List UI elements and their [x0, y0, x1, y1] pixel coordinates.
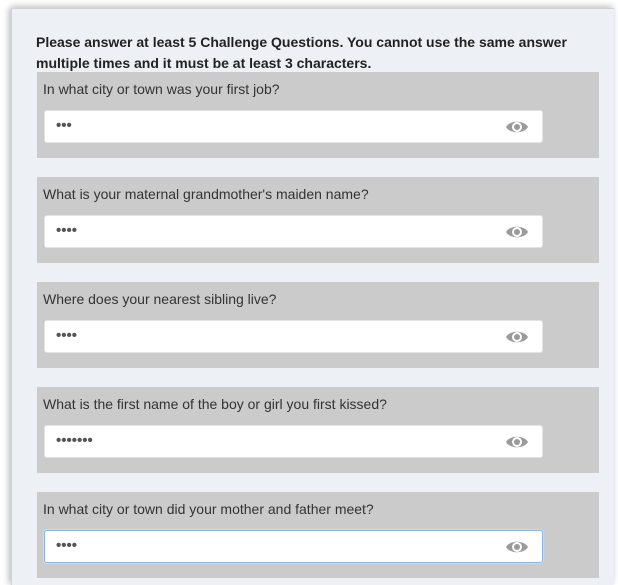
answer-field[interactable]: ••••	[44, 530, 543, 563]
eye-icon[interactable]	[505, 328, 529, 346]
eye-icon[interactable]	[505, 223, 529, 241]
question-block-5: In what city or town did your mother and…	[37, 492, 599, 578]
answer-field[interactable]: ••••	[44, 320, 543, 353]
question-block-2: What is your maternal grandmother's maid…	[37, 177, 599, 263]
question-label: Where does your nearest sibling live?	[43, 291, 277, 307]
eye-icon[interactable]	[505, 538, 529, 556]
answer-field[interactable]: •••	[44, 110, 543, 143]
answer-masked-value: ••••	[56, 222, 78, 239]
question-block-4: What is the first name of the boy or gir…	[37, 387, 599, 473]
answer-masked-value: •••••••	[56, 432, 93, 449]
question-label: What is the first name of the boy or gir…	[43, 396, 387, 412]
question-block-3: Where does your nearest sibling live? ••…	[37, 282, 599, 368]
eye-icon[interactable]	[505, 433, 529, 451]
answer-field[interactable]: •••••••	[44, 425, 543, 458]
answer-masked-value: •••	[56, 117, 72, 134]
question-label: What is your maternal grandmother's maid…	[43, 186, 369, 202]
answer-masked-value: ••••	[56, 537, 78, 554]
question-label: In what city or town was your first job?	[43, 81, 280, 97]
question-block-1: In what city or town was your first job?…	[37, 72, 599, 158]
question-label: In what city or town did your mother and…	[43, 501, 374, 517]
challenge-questions-panel: Please answer at least 5 Challenge Quest…	[11, 8, 614, 585]
instructions-text: Please answer at least 5 Challenge Quest…	[36, 34, 567, 71]
answer-field[interactable]: ••••	[44, 215, 543, 248]
answer-masked-value: ••••	[56, 327, 78, 344]
eye-icon[interactable]	[505, 118, 529, 136]
